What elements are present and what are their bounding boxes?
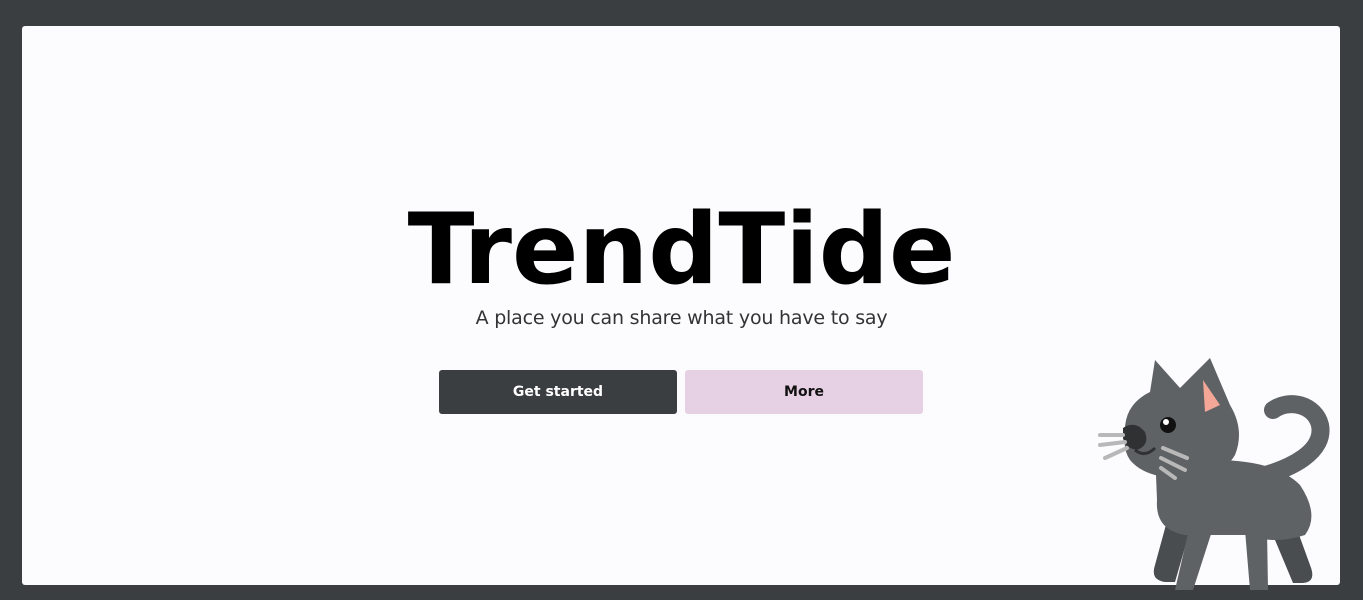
app-tagline: A place you can share what you have to s… xyxy=(475,307,888,329)
get-started-button[interactable]: Get started xyxy=(439,370,677,414)
cat-icon xyxy=(1098,358,1330,590)
app-title: TrendTide xyxy=(407,193,956,307)
more-button[interactable]: More xyxy=(685,370,923,414)
